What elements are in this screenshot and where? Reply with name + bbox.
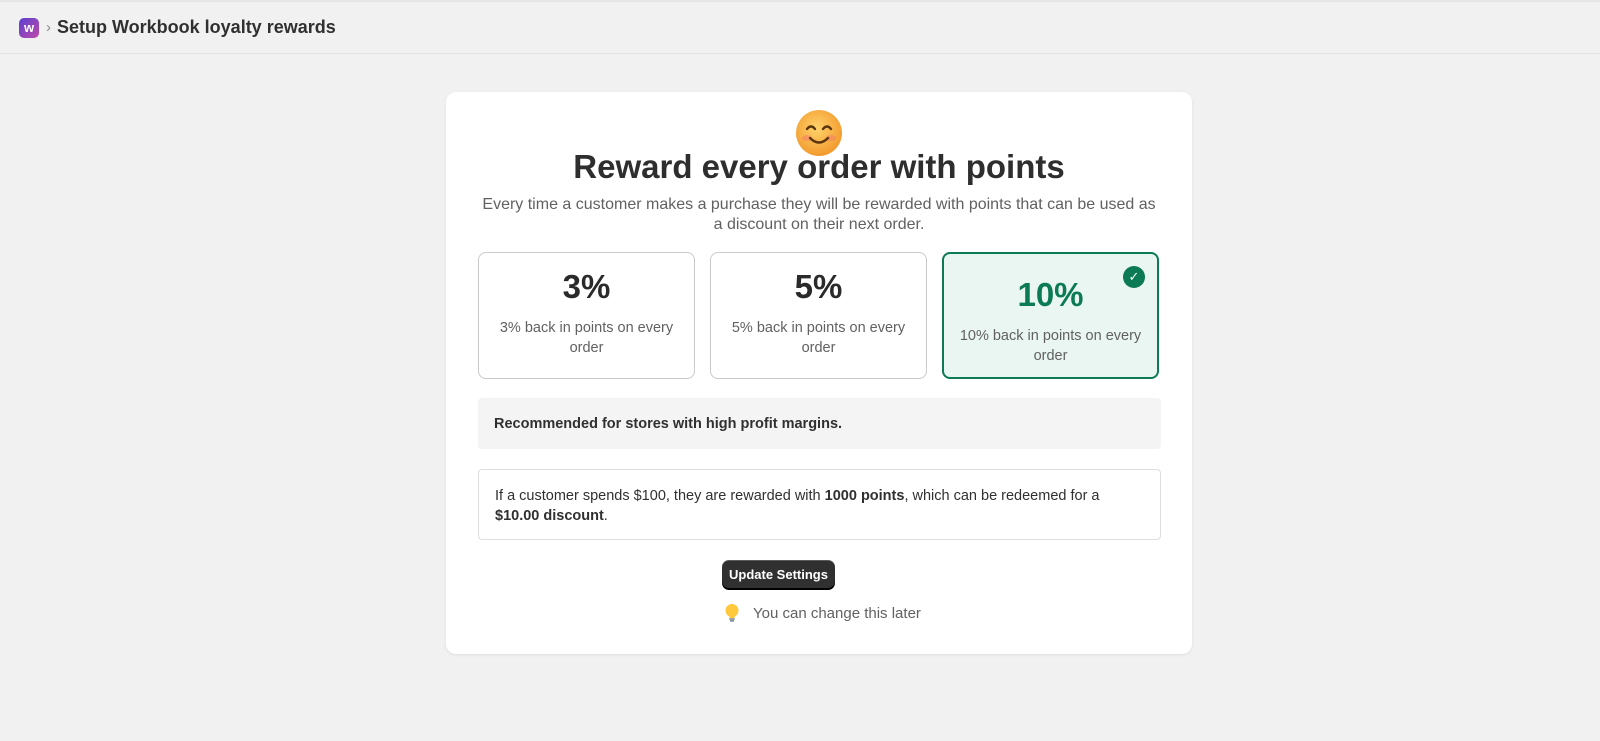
option-3-percent[interactable]: 3% 3% back in points on every order [478,252,695,379]
top-bar: w › Setup Workbook loyalty rewards [0,0,1600,54]
option-description: 3% back in points on every order [499,320,674,356]
option-percent: 3% [562,268,611,305]
example-discount: $10.00 discount [495,508,604,524]
example-text-1: If a customer spends $100, they are rewa… [495,488,825,504]
hint: You can change this later [723,603,921,623]
option-5-percent[interactable]: 5% 5% back in points on every order [710,252,927,379]
breadcrumb-separator: › [46,19,51,36]
lightbulb-icon [725,604,739,622]
app-logo-letter: w [23,20,35,35]
update-settings-button[interactable]: Update Settings [722,560,835,588]
recommendation-text: Recommended for stores with high profit … [494,415,843,432]
setup-card: Reward every order with points Every tim… [446,92,1192,654]
option-percent: 5% [794,268,843,305]
example-text-2: , which can be redeemed for a [904,488,1100,504]
example-text-3: . [603,508,608,524]
recommendation-banner: Recommended for stores with high profit … [478,398,1161,449]
page-title: Setup Workbook loyalty rewards [57,17,336,37]
hint-text: You can change this later [753,604,921,622]
subtext: Every time a customer makes a purchase t… [482,196,1156,233]
option-description: 10% back in points on every order [959,328,1142,364]
example-box: If a customer spends $100, they are rewa… [478,469,1161,540]
app-logo-icon[interactable]: w [19,17,39,38]
option-10-percent[interactable]: ✓ 10% 10% back in points on every order [942,252,1159,379]
checkmark-icon: ✓ [1123,266,1145,288]
example-points: 1000 points [824,488,905,504]
headline: Reward every order with points [573,148,1065,185]
option-description: 5% back in points on every order [731,320,906,356]
